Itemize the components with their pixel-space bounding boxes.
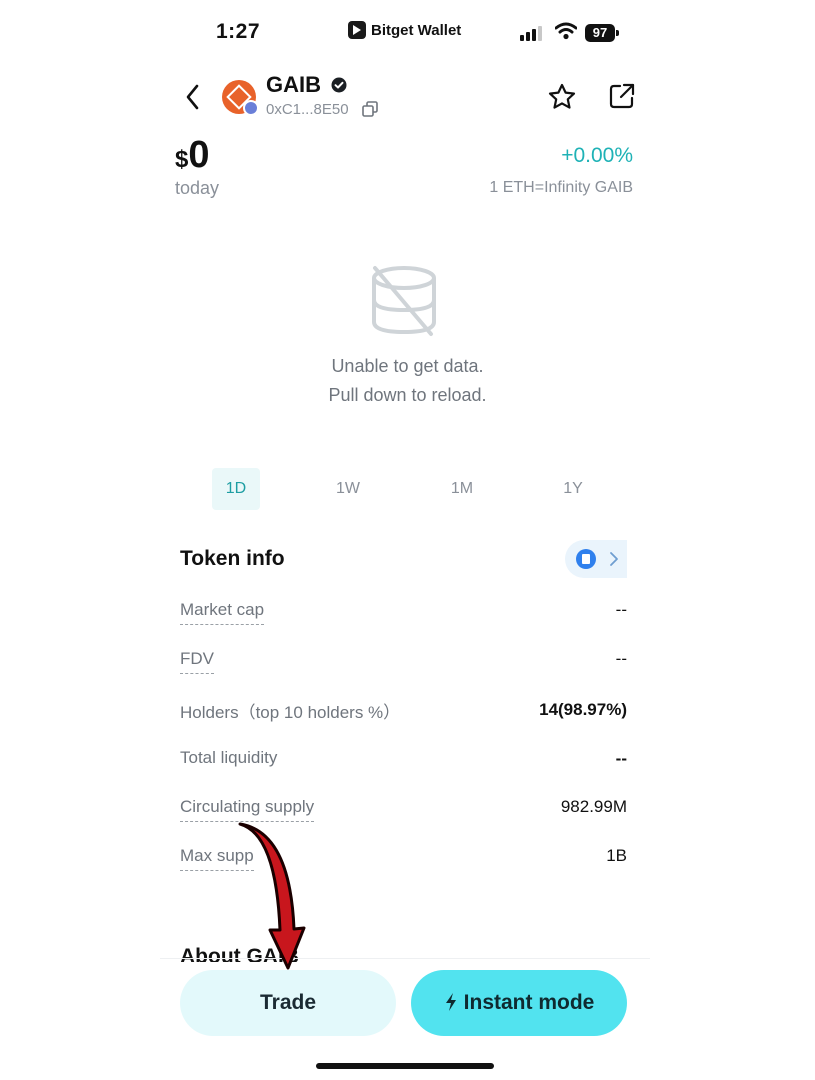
- max-supply-label[interactable]: Max supp: [180, 846, 254, 871]
- circulating-supply-label[interactable]: Circulating supply: [180, 797, 315, 822]
- empty-state-hint: Pull down to reload.: [328, 385, 487, 405]
- empty-state-message: Unable to get data.: [331, 356, 484, 376]
- share-icon: [609, 83, 635, 109]
- holders-label: Holders（top 10 holders %）: [180, 703, 401, 722]
- lightning-icon: [445, 993, 456, 1011]
- app-badge: Bitget Wallet: [348, 21, 461, 39]
- verified-icon: [331, 77, 347, 98]
- document-icon: [576, 549, 596, 569]
- tab-1m[interactable]: 1M: [438, 468, 486, 510]
- no-data-icon: [369, 264, 439, 343]
- market-cap-label[interactable]: Market cap: [180, 600, 265, 625]
- back-icon: [186, 84, 199, 110]
- instant-mode-button[interactable]: Instant mode: [411, 970, 627, 1036]
- exchange-rate: 1 ETH=Infinity GAIB: [489, 179, 633, 196]
- bottom-bar-divider: [160, 958, 650, 959]
- price-change: +0.00%: [561, 144, 633, 167]
- market-cap-value: --: [615, 600, 627, 619]
- price-value: 0: [188, 134, 210, 176]
- fdv-value: --: [615, 649, 627, 668]
- chain-badge-icon: [243, 100, 259, 116]
- favorite-button[interactable]: [547, 82, 577, 117]
- home-indicator: [316, 1063, 494, 1069]
- token-address: 0xC1...8E50: [266, 101, 349, 118]
- trade-button[interactable]: Trade: [180, 970, 396, 1036]
- max-supply-value: 1B: [606, 846, 627, 865]
- circulating-supply-value: 982.99M: [560, 797, 627, 816]
- total-liquidity-label: Total liquidity: [180, 748, 278, 767]
- holders-value: 14(98.97%): [539, 700, 627, 719]
- instant-mode-label: Instant mode: [463, 991, 595, 1014]
- copy-icon[interactable]: [362, 101, 378, 122]
- battery-level: 97: [585, 24, 615, 42]
- app-name: Bitget Wallet: [371, 21, 462, 39]
- bitget-logo-icon: [348, 21, 366, 39]
- token-info-title: Token info: [180, 547, 285, 570]
- share-button[interactable]: [608, 82, 636, 115]
- status-time: 1:27: [216, 20, 261, 43]
- star-icon: [548, 83, 576, 109]
- fdv-label[interactable]: FDV: [180, 649, 214, 674]
- about-section-title: About GAIB: [180, 945, 299, 962]
- price-period: today: [175, 178, 220, 198]
- price-display: $0: [175, 134, 210, 177]
- tab-1w[interactable]: 1W: [324, 468, 372, 510]
- token-logo: [222, 80, 259, 116]
- cellular-signal-icon: [520, 25, 542, 41]
- token-docs-button[interactable]: [565, 540, 627, 578]
- battery-tip: [616, 30, 619, 36]
- wifi-icon: [554, 22, 578, 45]
- tab-1d[interactable]: 1D: [212, 468, 260, 510]
- token-name: GAIB: [266, 72, 321, 97]
- price-currency: $: [175, 146, 189, 173]
- chevron-right-icon: [610, 552, 618, 566]
- total-liquidity-value: --: [615, 749, 627, 768]
- tab-1y[interactable]: 1Y: [549, 468, 597, 510]
- back-button[interactable]: [180, 80, 210, 114]
